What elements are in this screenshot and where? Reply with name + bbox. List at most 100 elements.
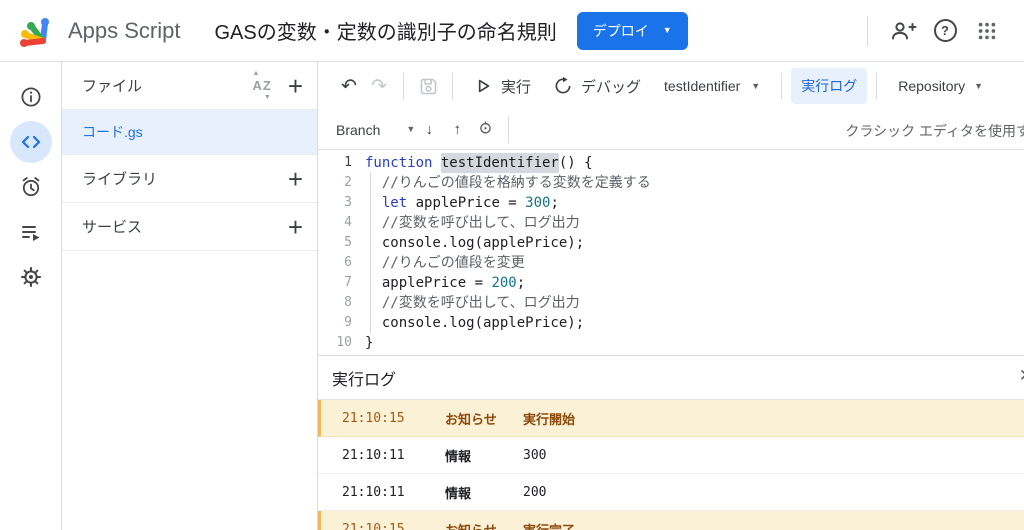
chevron-down-icon: ▼ (974, 80, 984, 91)
toolbar-divider (452, 73, 453, 99)
pull-button[interactable]: ↓ (415, 121, 443, 138)
log-type: 情報 (445, 448, 472, 464)
help-icon: ? (933, 19, 957, 42)
line-number: 8 (344, 295, 352, 310)
app-name: Apps Script (68, 17, 181, 43)
code-line[interactable]: 1 function testIdentifier() { (318, 153, 1024, 173)
log-row[interactable]: 21:10:11 情報 200 (318, 474, 1024, 511)
code-icon (21, 135, 40, 149)
execution-log-header: 実行ログ ✕ (318, 356, 1024, 400)
toolbar-divider (403, 73, 404, 99)
main-area: ファイル ▲ AZ ▼ + コード.gs ライブラリ + サービス + ↶ ↷ (0, 62, 1024, 530)
rail-overview-button[interactable] (10, 76, 52, 118)
file-item-code-gs[interactable]: コード.gs (62, 110, 317, 155)
deploy-button[interactable]: デプロイ ▼ (576, 11, 688, 50)
log-row[interactable]: 21:10:15 お知らせ 実行完了 (318, 511, 1024, 530)
libraries-label: ライブラリ (82, 171, 158, 188)
google-apps-button[interactable] (966, 10, 1008, 52)
add-file-button[interactable]: + (288, 73, 303, 99)
files-panel: ファイル ▲ AZ ▼ + コード.gs ライブラリ + サービス + (62, 62, 318, 530)
log-message: 200 (523, 484, 547, 500)
project-title[interactable]: GASの変数・定数の識別子の命名規則 (215, 16, 557, 45)
left-rail (0, 62, 62, 530)
file-name: コード.gs (82, 124, 143, 140)
files-panel-title: ファイル (82, 78, 143, 95)
code-token: //変数を呼び出して、ログ出力 (365, 295, 580, 311)
branch-label: Branch (336, 121, 381, 138)
git-bar: Branch ▼ ↓ ↑ クラシック エディタを使用す (318, 110, 1024, 150)
person-add-icon (891, 21, 916, 39)
execution-log-title: 実行ログ (332, 371, 397, 389)
add-collaborator-button[interactable] (882, 10, 924, 52)
code-line[interactable]: 9 console.log(applePrice); (318, 313, 1024, 333)
code-area[interactable]: 1 function testIdentifier() {2 //りんごの値段を格… (318, 150, 1024, 355)
push-button[interactable]: ↑ (443, 121, 471, 138)
log-type: お知らせ (445, 411, 497, 427)
git-settings-button[interactable] (471, 119, 499, 140)
rail-settings-button[interactable] (10, 256, 52, 298)
save-button[interactable] (413, 71, 443, 101)
rail-triggers-button[interactable] (10, 166, 52, 208)
gear-icon (20, 267, 41, 287)
code-line[interactable]: 3 let applePrice = 300; (318, 193, 1024, 213)
code-line[interactable]: 4 //変数を呼び出して、ログ出力 (318, 213, 1024, 233)
code-line[interactable]: 8 //変数を呼び出して、ログ出力 (318, 293, 1024, 313)
toolbar-divider (876, 73, 878, 99)
debug-button[interactable]: デバッグ (542, 76, 652, 97)
log-row[interactable]: 21:10:11 情報 300 (318, 437, 1024, 474)
services-label: サービス (82, 219, 143, 236)
undo-button[interactable]: ↶ (334, 71, 364, 101)
classic-editor-link[interactable]: クラシック エディタを使用す (845, 121, 1024, 141)
branch-selector[interactable]: Branch ▼ (336, 122, 415, 138)
files-panel-header: ファイル ▲ AZ ▼ + (62, 62, 317, 110)
function-selector[interactable]: testIdentifier ▼ (652, 78, 772, 94)
rail-editor-button[interactable] (9, 121, 52, 163)
sort-az-icon[interactable]: ▲ AZ ▼ (252, 70, 271, 101)
function-name: testIdentifier (664, 78, 741, 94)
line-number: 10 (336, 335, 352, 350)
add-service-button[interactable]: + (288, 214, 303, 240)
list-play-icon (21, 226, 39, 241)
gitbar-divider (508, 116, 510, 143)
code-token: console.log(applePrice); (365, 315, 585, 331)
close-icon: ✕ (1019, 366, 1024, 385)
line-number: 4 (344, 215, 352, 230)
code-token: //変数を呼び出して、ログ出力 (365, 215, 580, 231)
log-message: 300 (523, 447, 547, 463)
code-token: applePrice = (407, 195, 526, 211)
log-time: 21:10:11 (342, 484, 405, 500)
code-token: function (365, 155, 441, 171)
deploy-label: デプロイ (592, 22, 649, 39)
play-icon (478, 79, 490, 93)
line-number: 9 (344, 315, 352, 330)
code-line[interactable]: 7 applePrice = 200; (318, 273, 1024, 293)
code-line[interactable]: 6 //りんごの値段を変更 (318, 253, 1024, 273)
add-library-button[interactable]: + (288, 166, 303, 192)
sort-up-caret: ▲ (252, 70, 261, 77)
run-button[interactable]: 実行 (462, 76, 542, 97)
header-divider (867, 15, 868, 46)
close-log-button[interactable]: ✕ (1019, 366, 1024, 386)
execution-log-panel: 実行ログ ✕ 21:10:15お知らせ実行開始21:10:11情報30021:1… (318, 355, 1024, 530)
code-line[interactable]: 5 console.log(applePrice); (318, 233, 1024, 253)
code-token: 200 (491, 275, 517, 291)
line-number: 3 (344, 195, 352, 210)
info-icon (20, 87, 41, 107)
rail-executions-button[interactable] (10, 211, 52, 253)
execution-log-toggle[interactable]: 実行ログ (791, 68, 868, 104)
code-token: ; (550, 195, 559, 211)
code-line[interactable]: 10} (318, 333, 1024, 353)
chevron-down-icon: ▼ (662, 25, 672, 35)
repository-label: Repository (898, 78, 966, 94)
repository-menu[interactable]: Repository ▼ (886, 78, 995, 94)
libraries-section[interactable]: ライブラリ + (62, 155, 317, 203)
log-rows: 21:10:15 お知らせ 実行開始 21:10:11 情報 300 21:10:11 情報 2… (318, 400, 1024, 530)
line-number: 2 (344, 175, 352, 190)
services-section[interactable]: サービス + (62, 203, 317, 251)
sort-down-caret: ▼ (263, 94, 272, 101)
help-button[interactable]: ? (924, 10, 966, 52)
save-floppy-icon (420, 78, 436, 94)
log-row[interactable]: 21:10:15 お知らせ 実行開始 (318, 400, 1024, 437)
redo-button[interactable]: ↷ (364, 71, 394, 101)
code-line[interactable]: 2 //りんごの値段を格納する変数を定義する (318, 173, 1024, 193)
